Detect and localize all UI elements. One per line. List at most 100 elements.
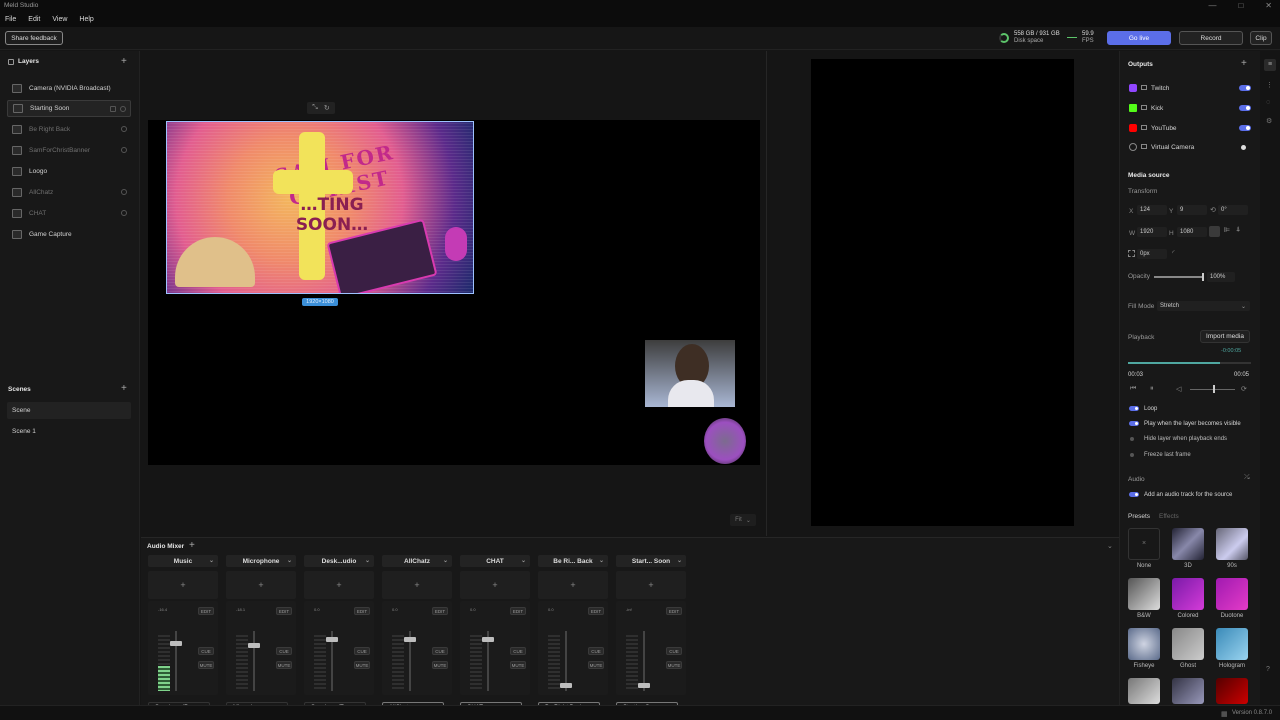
layer-banner[interactable]: SamForChristBanner: [7, 142, 131, 159]
align-icon[interactable]: ⊫: [1224, 226, 1230, 234]
edit-button[interactable]: EDIT: [276, 607, 292, 615]
webcam-feed[interactable]: [645, 340, 735, 407]
edit-button[interactable]: EDIT: [354, 607, 370, 615]
opacity-slider[interactable]: [1154, 276, 1204, 278]
audio-track-toggle[interactable]: [1129, 492, 1139, 497]
mute-button[interactable]: MUTE: [432, 661, 448, 669]
height-field[interactable]: 1080: [1177, 227, 1207, 237]
scene-item[interactable]: Scene: [7, 402, 131, 419]
cue-button[interactable]: CUE: [198, 647, 214, 655]
tab-effects[interactable]: Effects: [1159, 513, 1179, 520]
menu-help[interactable]: Help: [79, 16, 93, 23]
fader-knob[interactable]: [482, 637, 494, 642]
cue-button[interactable]: CUE: [588, 647, 604, 655]
volume-icon[interactable]: ◁: [1176, 385, 1181, 393]
rotate-icon[interactable]: ↻: [324, 104, 330, 112]
add-filter-button[interactable]: +: [460, 571, 530, 599]
width-field[interactable]: 1920: [1137, 227, 1167, 237]
lock-icon[interactable]: [110, 106, 116, 112]
y-field[interactable]: 9: [1177, 205, 1207, 215]
add-filter-button[interactable]: +: [382, 571, 452, 599]
output-youtube-toggle[interactable]: [1239, 125, 1251, 131]
list-icon[interactable]: ⋮: [1266, 81, 1273, 89]
close-button[interactable]: ✕: [1265, 0, 1272, 11]
cue-button[interactable]: CUE: [276, 647, 292, 655]
menu-view[interactable]: View: [52, 16, 67, 23]
cue-button[interactable]: CUE: [666, 647, 682, 655]
preset-90s[interactable]: [1216, 528, 1248, 560]
output-kick-toggle[interactable]: [1239, 105, 1251, 111]
go-live-button[interactable]: Go live: [1107, 31, 1171, 45]
record-button[interactable]: Record: [1179, 31, 1243, 45]
anchor-icon[interactable]: ⍋: [1236, 226, 1240, 234]
skip-back-icon[interactable]: ⏮: [1130, 385, 1136, 393]
chat-icon[interactable]: ◌: [1266, 99, 1270, 106]
preset-fisheye[interactable]: [1128, 628, 1160, 660]
preset-duotone[interactable]: [1216, 578, 1248, 610]
add-layer-icon[interactable]: +: [121, 56, 127, 67]
channel-name-dropdown[interactable]: Start... Soon ⌄: [616, 555, 686, 567]
x-field[interactable]: 124: [1137, 205, 1167, 215]
volume-fader[interactable]: [175, 631, 177, 691]
add-output-icon[interactable]: +: [1241, 58, 1247, 69]
layer-game-capture[interactable]: Game Capture: [7, 226, 131, 243]
volume-fader[interactable]: [643, 631, 645, 691]
cue-button[interactable]: CUE: [432, 647, 448, 655]
output-twitch-toggle[interactable]: [1239, 85, 1251, 91]
properties-icon[interactable]: ≡: [1264, 59, 1276, 71]
cue-button[interactable]: CUE: [510, 647, 526, 655]
maximize-button[interactable]: □: [1238, 0, 1243, 11]
edit-button[interactable]: EDIT: [666, 607, 682, 615]
fader-knob[interactable]: [560, 683, 572, 688]
edit-button[interactable]: EDIT: [510, 607, 526, 615]
fader-knob[interactable]: [170, 641, 182, 646]
channel-name-dropdown[interactable]: Be Ri... Back ⌄: [538, 555, 608, 567]
opacity-slider-handle[interactable]: [1202, 273, 1204, 281]
crop-icon[interactable]: ⤡: [312, 104, 318, 112]
add-audio-icon[interactable]: +: [189, 540, 195, 551]
settings-icon[interactable]: ⚙: [1266, 117, 1272, 125]
layout-icon[interactable]: ▦: [1221, 710, 1228, 718]
mute-button[interactable]: MUTE: [198, 661, 214, 669]
fit-dropdown[interactable]: Fit ⌄: [730, 514, 756, 526]
volume-fader[interactable]: [253, 631, 255, 691]
audio-settings-icon[interactable]: ⤯: [1244, 474, 1250, 482]
opacity-field[interactable]: 100%: [1207, 272, 1235, 282]
help-icon[interactable]: ?: [1266, 666, 1270, 673]
channel-name-dropdown[interactable]: Desk...udio ⌄: [304, 555, 374, 567]
corner-style-icon[interactable]: ◜: [1172, 249, 1175, 257]
add-filter-button[interactable]: +: [538, 571, 608, 599]
repeat-icon[interactable]: ⟳: [1241, 385, 1247, 393]
preset-3d[interactable]: [1172, 528, 1204, 560]
tab-presets[interactable]: Presets: [1128, 513, 1150, 520]
volume-handle[interactable]: [1213, 385, 1215, 393]
layer-camera[interactable]: Camera (NVIDIA Broadcast): [7, 80, 131, 97]
rotation-field[interactable]: 0°: [1218, 205, 1248, 215]
minimize-button[interactable]: —: [1208, 0, 1216, 11]
preset-thumbnail[interactable]: [1172, 678, 1204, 704]
scene-item[interactable]: Scene 1: [7, 423, 131, 440]
mute-button[interactable]: MUTE: [666, 661, 682, 669]
menu-edit[interactable]: Edit: [28, 16, 40, 23]
layer-chat[interactable]: CHAT: [7, 205, 131, 222]
cue-button[interactable]: CUE: [354, 647, 370, 655]
edit-button[interactable]: EDIT: [588, 607, 604, 615]
fader-knob[interactable]: [248, 643, 260, 648]
hide-end-toggle[interactable]: [1130, 437, 1134, 441]
channel-name-dropdown[interactable]: Music ⌄: [148, 555, 218, 567]
collapse-chevron-icon[interactable]: ⌄: [1107, 542, 1113, 550]
visibility-icon[interactable]: [120, 106, 126, 112]
visibility-off-icon[interactable]: [121, 126, 127, 132]
preset-none[interactable]: ×: [1128, 528, 1160, 560]
visibility-off-icon[interactable]: [121, 147, 127, 153]
fader-knob[interactable]: [326, 637, 338, 642]
add-filter-button[interactable]: +: [148, 571, 218, 599]
visibility-off-icon[interactable]: [121, 189, 127, 195]
clip-button[interactable]: Clip: [1250, 31, 1272, 45]
corner-radius-field[interactable]: 0px: [1137, 249, 1167, 259]
loop-toggle[interactable]: [1129, 406, 1139, 411]
preview-divider[interactable]: [766, 51, 767, 536]
add-filter-button[interactable]: +: [616, 571, 686, 599]
link-aspect-icon[interactable]: [1209, 226, 1220, 237]
add-filter-button[interactable]: +: [304, 571, 374, 599]
